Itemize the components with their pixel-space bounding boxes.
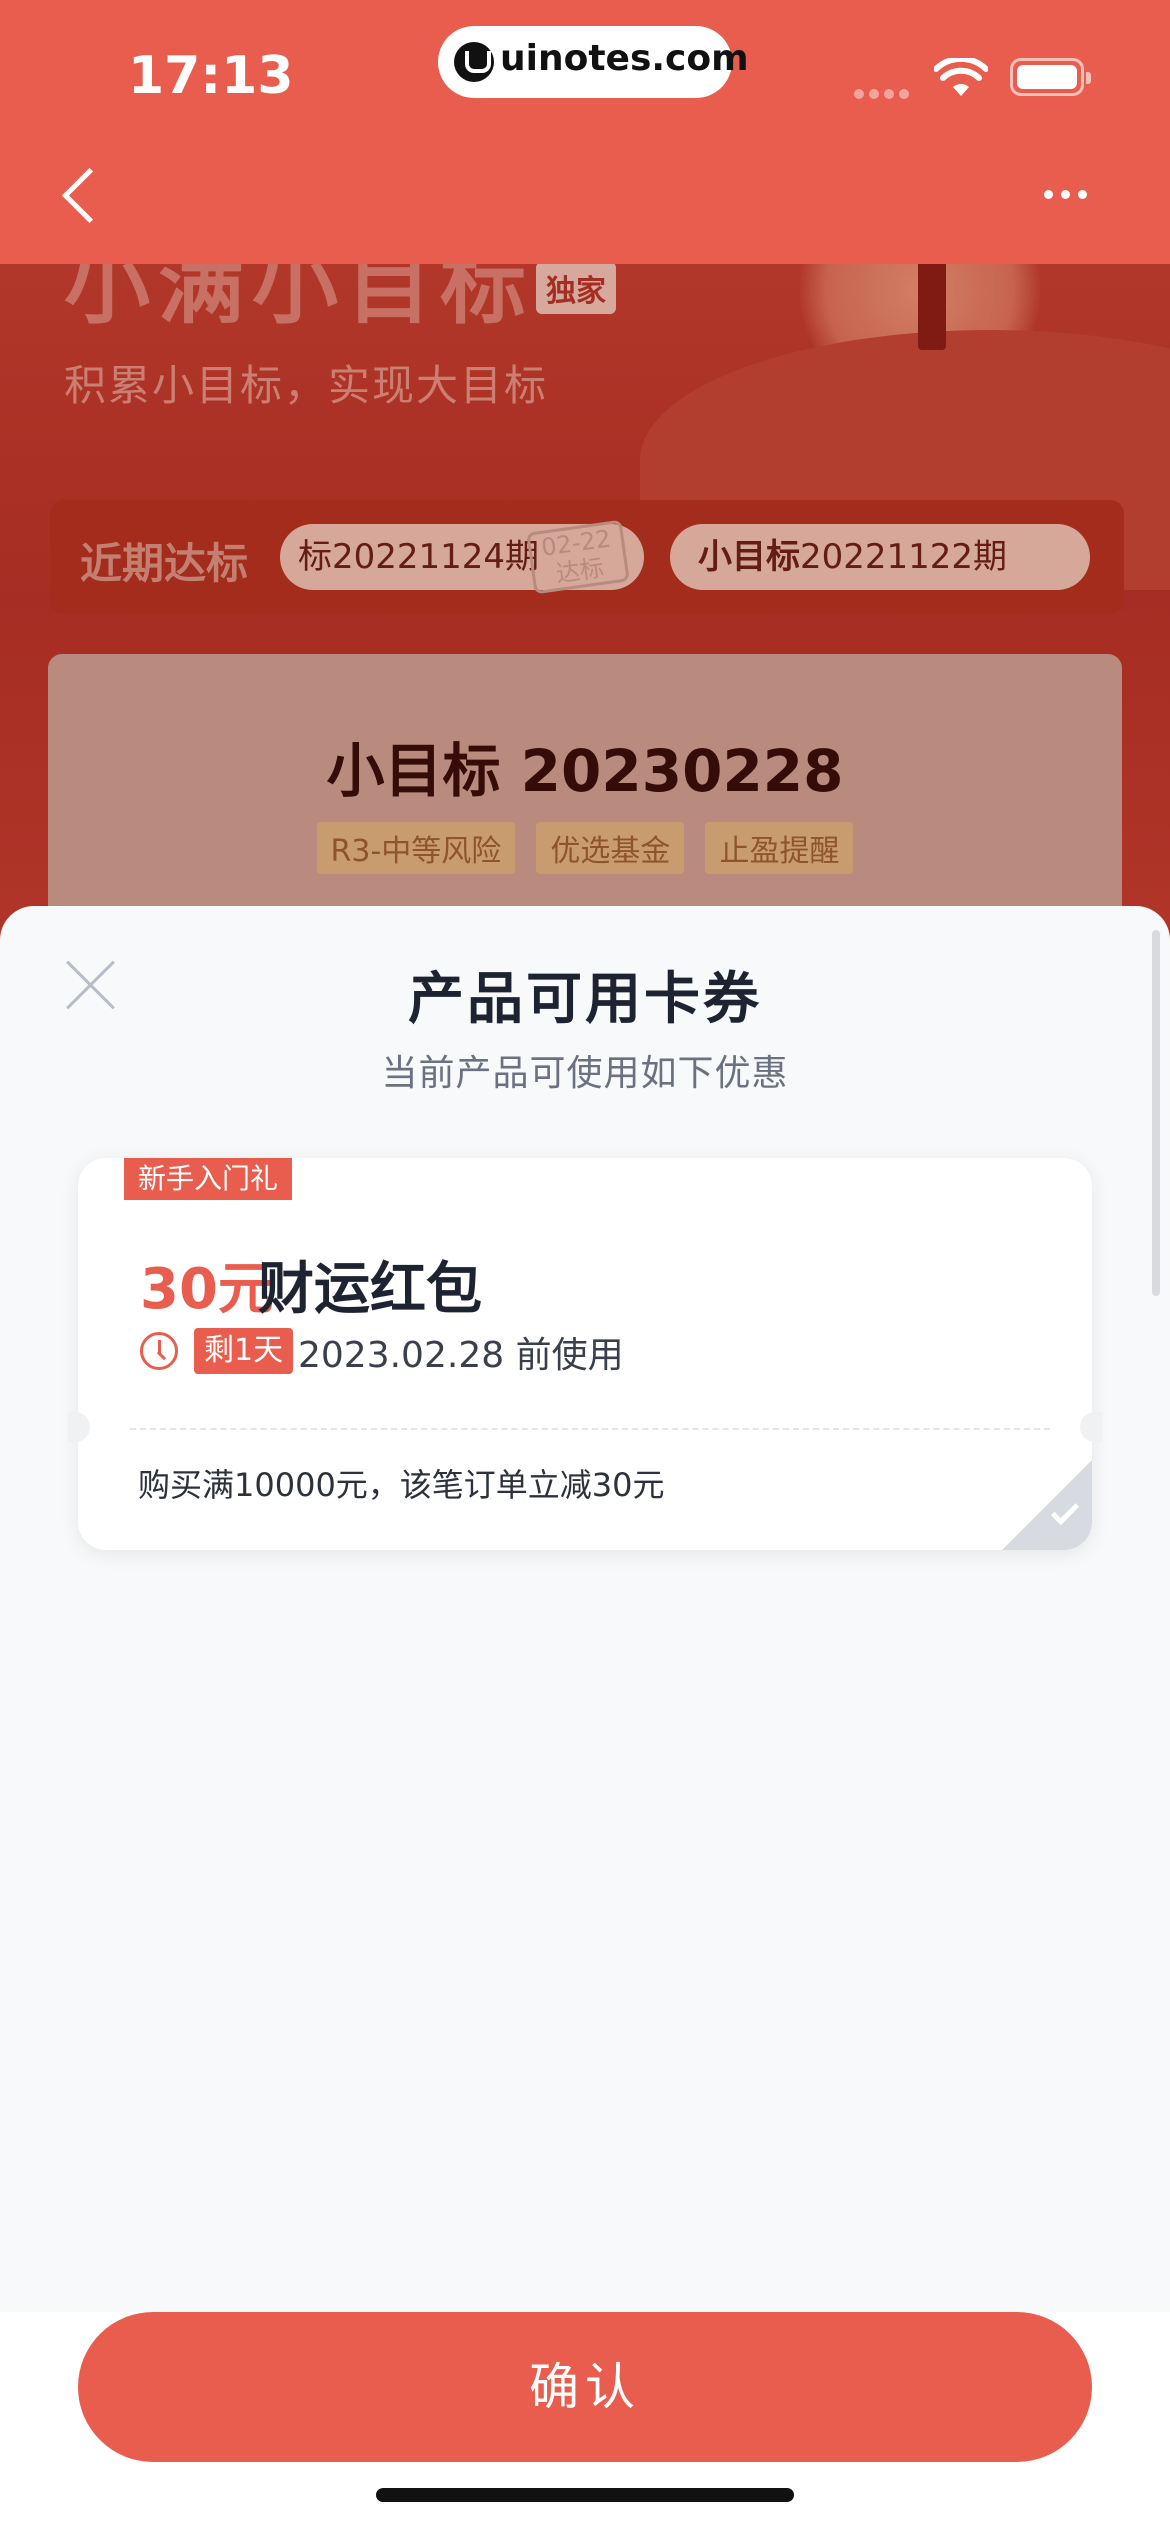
clock-icon [140, 1332, 178, 1370]
back-chevron-icon[interactable] [54, 160, 114, 230]
coupon-badge: 新手入门礼 [124, 1158, 293, 1200]
coupon-expiry: 2023.02.28 前使用 [298, 1335, 624, 1376]
coupon-divider [130, 1428, 1050, 1430]
coupon-name: 财运红包 [258, 1257, 482, 1322]
more-options-icon[interactable] [1040, 176, 1100, 216]
coupon-amount: 30元 [140, 1257, 274, 1322]
coupon-rule: 购买满10000元，该笔订单立减30元 [138, 1466, 665, 1504]
cellular-signal-icon [854, 84, 914, 103]
home-indicator [376, 2488, 794, 2502]
days-left-badge: 剩1天 [194, 1328, 294, 1374]
sheet-subtitle: 当前产品可使用如下优惠 [381, 1053, 789, 1094]
site-logo-icon [454, 42, 494, 82]
confirm-button[interactable]: 确认 [78, 2312, 1092, 2462]
coupon-notch-right [1080, 1412, 1102, 1442]
battery-icon [1010, 58, 1091, 96]
selected-corner [1002, 1460, 1092, 1550]
url-text: uinotes.com [500, 38, 749, 79]
wifi-icon [934, 58, 988, 96]
sheet-title: 产品可用卡券 [408, 967, 762, 1032]
coupon-bottom-sheet [0, 906, 1170, 2532]
status-time: 17:13 [128, 46, 294, 106]
